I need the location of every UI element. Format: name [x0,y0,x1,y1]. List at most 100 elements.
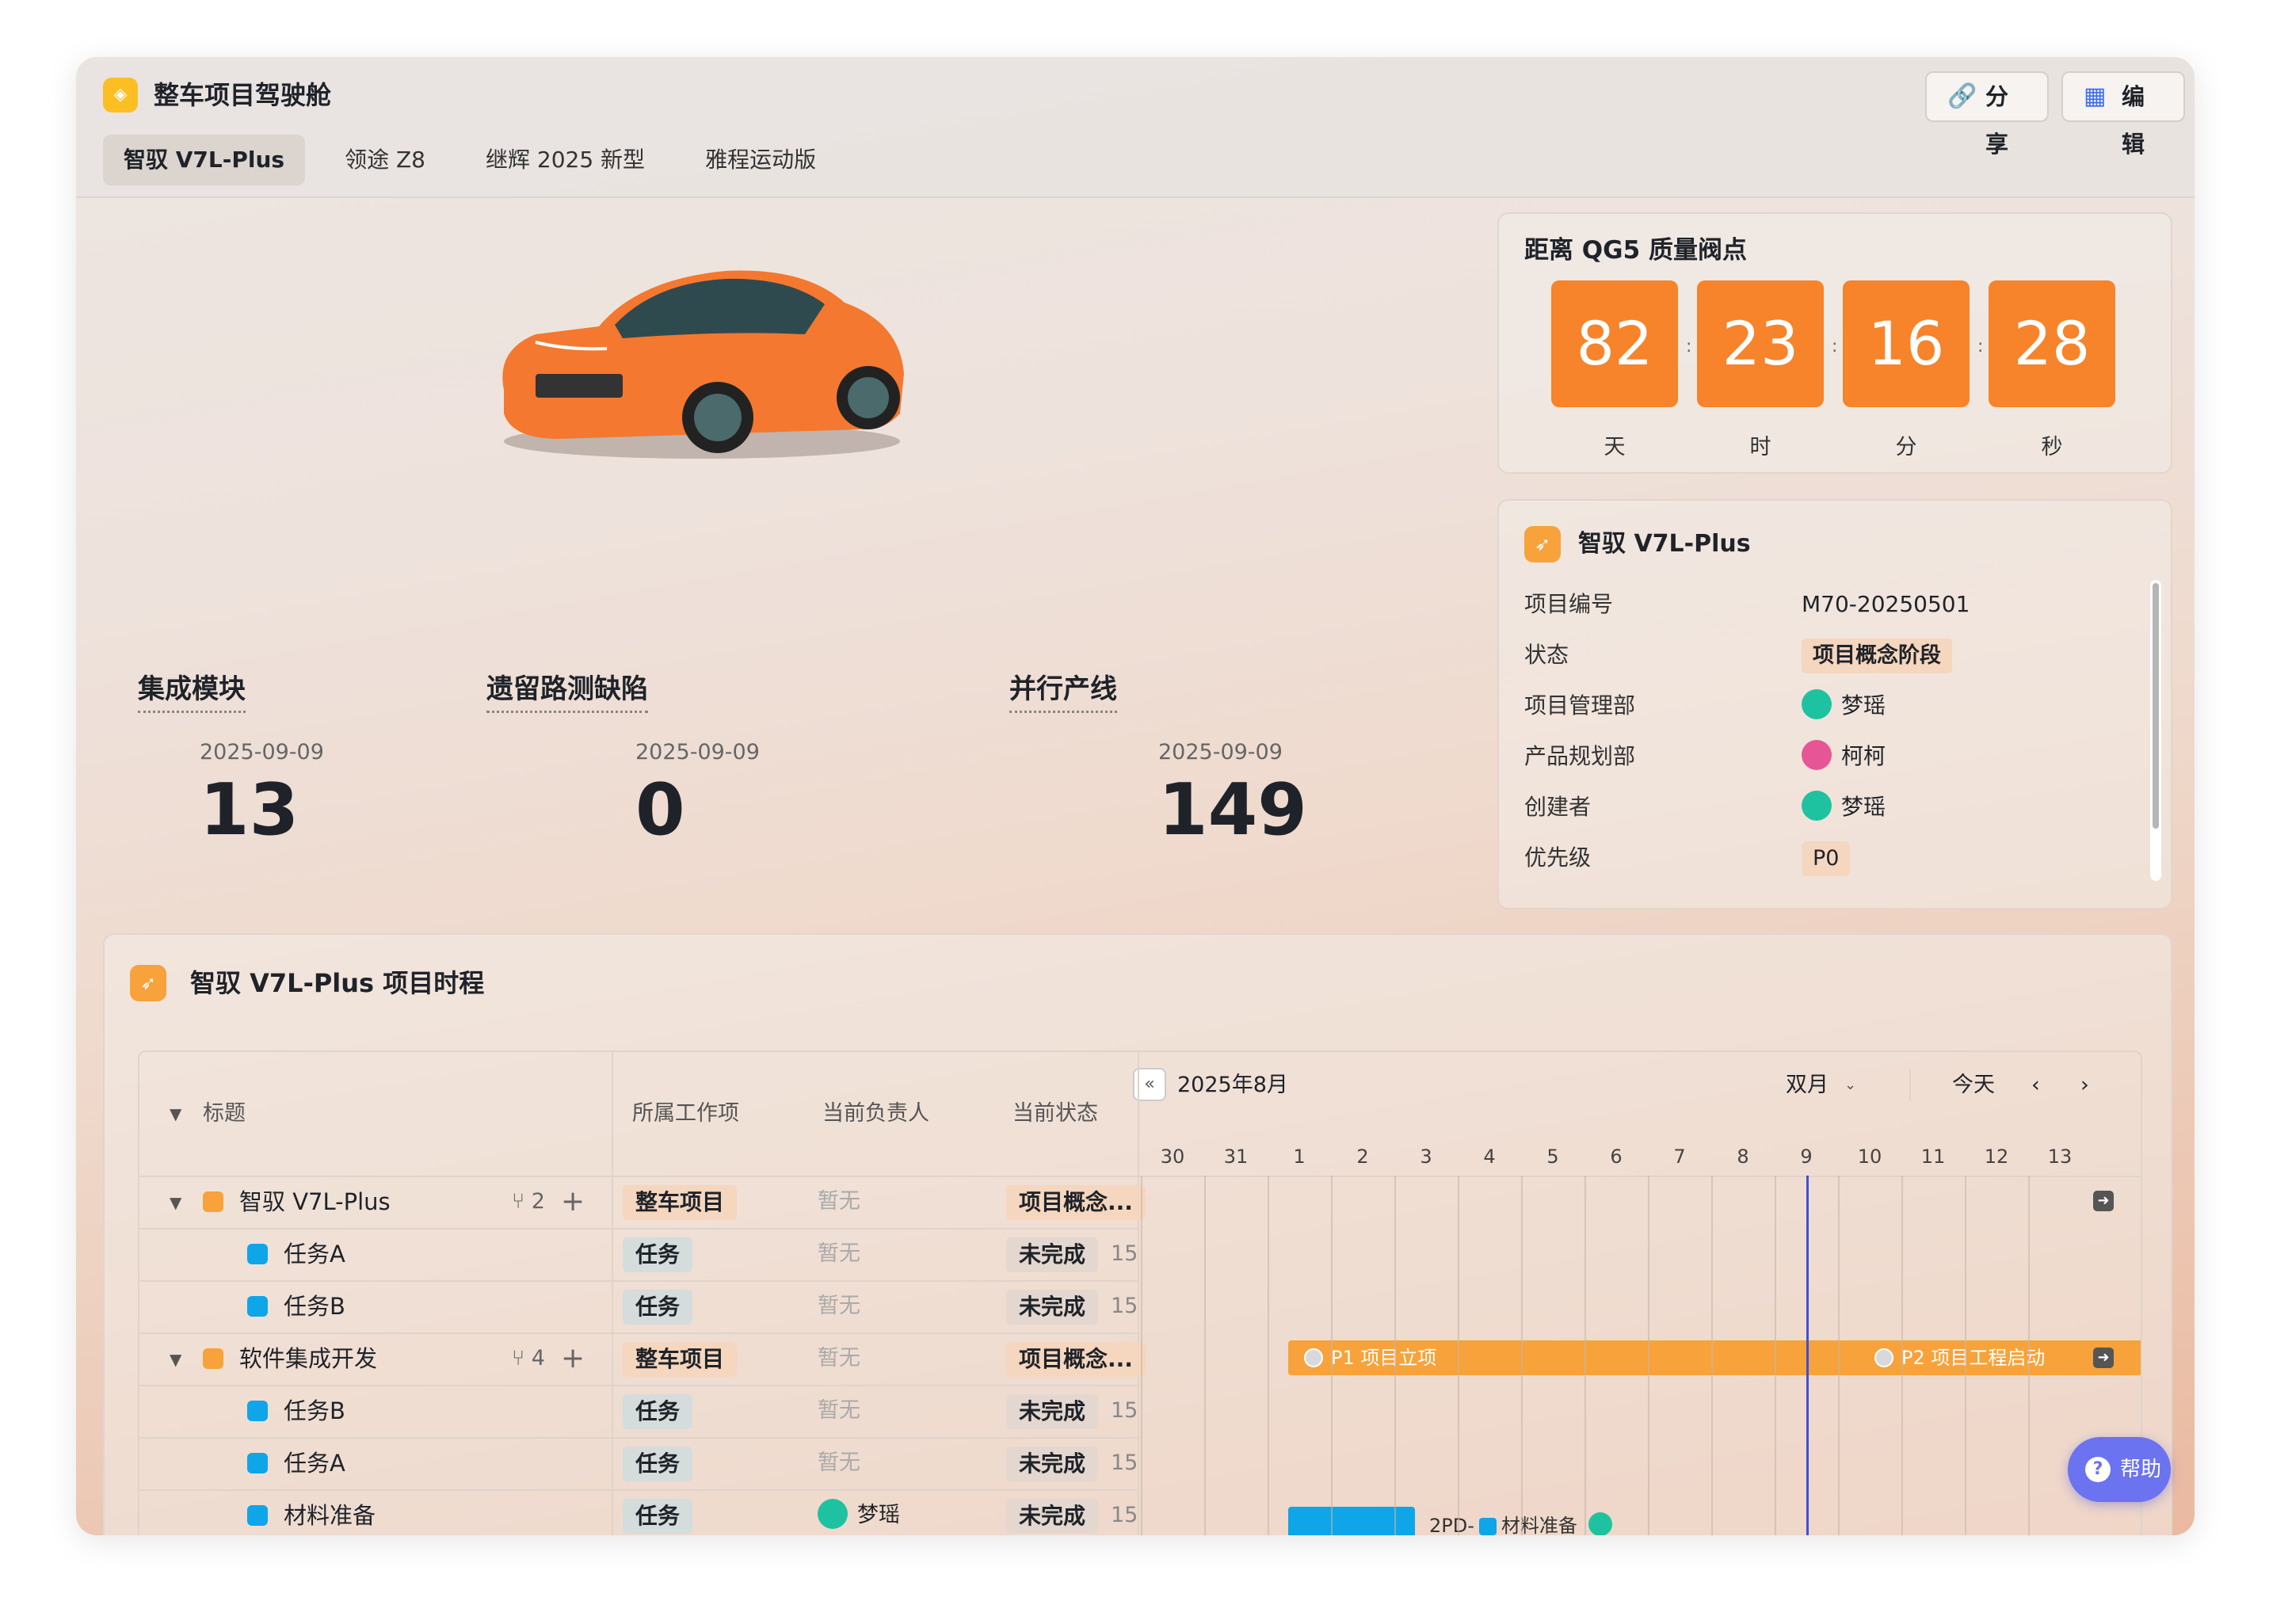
arrow-right-icon[interactable]: ➜ [2093,1348,2114,1368]
day-label: 11 [1920,1146,1946,1168]
row-title[interactable]: 任务A [284,1437,345,1489]
rocket-icon: ➶ [130,965,166,1001]
tab-v7l-plus[interactable]: 智驭 V7L-Plus [103,135,306,185]
status-tag: 未完成 [1006,1447,1099,1481]
today-line [1806,1176,1809,1535]
day-label: 7 [1673,1146,1686,1168]
next-icon[interactable]: › [2080,1069,2089,1101]
table-row[interactable]: 任务A 任务 暂无 未完成 15 [139,1437,1139,1489]
day-label: 10 [1857,1146,1882,1168]
scrollbar-thumb[interactable] [2153,583,2159,829]
owner-name: 暂无 [818,1241,860,1266]
row-title[interactable]: 材料准备 [284,1489,376,1535]
countdown-card: 距离 QG5 质量阀点 82 : 23 : 16 : 28 天 时 分 秒 [1497,212,2172,474]
subtask-count-value: 2 [531,1189,545,1214]
row-divider [139,1437,1139,1439]
row-title[interactable]: 任务B [284,1385,345,1437]
owner-cell[interactable]: 暂无 [818,1176,860,1228]
day-label: 5 [1546,1146,1559,1168]
collapse-all-icon[interactable]: ▼ [170,1098,181,1130]
unit-days: 天 [1604,435,1626,459]
row-title[interactable]: 软件集成开发 [239,1332,377,1385]
owner-cell[interactable]: 梦瑶 [818,1489,900,1535]
owner-name: 暂无 [818,1189,860,1214]
owner-cell[interactable]: 暂无 [818,1280,860,1332]
owner-name: 暂无 [818,1346,860,1370]
expand-toggle-icon[interactable]: ▼ [170,1193,181,1212]
prev-icon[interactable]: ‹ [2031,1069,2040,1101]
row-title[interactable]: 任务B [284,1280,345,1332]
timeline-card: ➶ 智驭 V7L-Plus 项目时程 ▼ 标题 所属工作项 当前负责人 当前状态… [103,933,2172,1535]
tab-2025[interactable]: 继辉 2025 新型 [465,135,665,185]
row-title[interactable]: 任务A [284,1228,345,1280]
table-row[interactable]: 任务B 任务 暂无 未完成 15 [139,1385,1139,1437]
info-key: 项目管理部 [1524,692,1636,719]
add-icon[interactable]: + [561,1176,585,1228]
grid-icon: ▦ [2084,82,2107,110]
table-row[interactable]: ▼ 软件集成开发 ⑂ 4 + 整车项目 暂无 项目概念... [139,1332,1146,1385]
share-button[interactable]: 🔗 分享 [1925,71,2049,158]
table-row[interactable]: 材料准备 任务 梦瑶 未完成 15 [139,1489,1139,1535]
view-select[interactable]: 双月 [1786,1069,1829,1101]
owner-cell[interactable]: 暂无 [818,1332,860,1385]
edit-button[interactable]: ▦ 编辑 [2061,71,2185,158]
expand-toggle-icon[interactable]: ▼ [170,1350,181,1369]
day-column-line [1521,1176,1523,1535]
table-row[interactable]: 任务A 任务 暂无 未完成 15 [139,1228,1139,1280]
table-row[interactable]: ▼ 智驭 V7L-Plus ⑂ 2 + 整车项目 暂无 项目概念... [139,1176,1146,1228]
task-bar[interactable] [1288,1507,1415,1535]
metric-modules: 集成模块 2025-09-09 13 [138,667,324,852]
day-column-line [1394,1176,1396,1535]
owner-cell[interactable]: 暂无 [818,1228,860,1280]
task-type-icon [247,1401,268,1421]
priority-badge: P0 [1802,841,1851,876]
day-label: 31 [1223,1146,1249,1168]
add-icon[interactable]: + [561,1332,585,1385]
day-column-line [1584,1176,1586,1535]
subtask-count[interactable]: ⑂ 2 [512,1176,545,1228]
header-owner: 当前负责人 [822,1101,929,1126]
task-type-icon [247,1453,268,1473]
owner-cell[interactable]: 暂无 [818,1437,860,1489]
subtask-count[interactable]: ⑂ 4 [512,1332,545,1385]
day-column-line [1965,1176,1966,1535]
metric-label: 集成模块 [138,667,246,713]
project-type-icon [203,1191,223,1212]
car-image [502,270,904,459]
work-item-tag: 整车项目 [623,1185,738,1220]
chevron-down-icon[interactable]: ⌄ [1844,1069,1856,1101]
task-bar-code: 2PD- [1429,1515,1474,1535]
help-button[interactable]: ? 帮助 [2068,1437,2171,1502]
table-row[interactable]: 任务B 任务 暂无 未完成 15 [139,1280,1139,1332]
work-item-tag: 任务 [623,1394,693,1429]
tab-sport[interactable]: 雅程运动版 [685,135,837,185]
app-logo-icon: ◈ [103,78,138,112]
row-divider [139,1489,1139,1491]
milestone-p1[interactable]: P1 项目立项 [1331,1342,1436,1374]
day-column-line [1775,1176,1776,1535]
status-tag: 未完成 [1006,1499,1099,1534]
status-badge: 项目概念阶段 [1802,639,1952,673]
status-tag: 未完成 [1006,1394,1099,1429]
timeline-title: 智驭 V7L-Plus 项目时程 [190,968,485,998]
day-column-line [1648,1176,1649,1535]
arrow-right-icon[interactable]: ➜ [2093,1191,2114,1211]
countdown-sep: : [1686,337,1692,356]
row-divider [139,1332,1139,1334]
row-title[interactable]: 智驭 V7L-Plus [239,1176,391,1228]
app-window: ◈ 整车项目驾驶舱 🔗 分享 ▦ 编辑 智驭 V7L-Plus 领途 Z8 继辉 2… [76,57,2195,1535]
work-item-tag: 整车项目 [623,1342,738,1377]
info-scrollbar[interactable] [2150,580,2161,881]
owner-cell[interactable]: 暂无 [818,1385,860,1437]
header-work: 所属工作项 [632,1101,739,1126]
tab-z8[interactable]: 领途 Z8 [324,135,446,185]
header-title: 标题 [203,1101,246,1126]
day-label: 8 [1737,1146,1749,1168]
avatar [818,1498,848,1529]
today-button[interactable]: 今天 [1952,1069,1995,1101]
milestone-p2[interactable]: P2 项目工程启动 [1901,1342,2045,1374]
milestone-dot [1874,1348,1893,1367]
link-icon: 🔗 [1947,82,1977,110]
day-label: 30 [1160,1146,1185,1168]
header-status: 当前状态 [1012,1101,1098,1126]
